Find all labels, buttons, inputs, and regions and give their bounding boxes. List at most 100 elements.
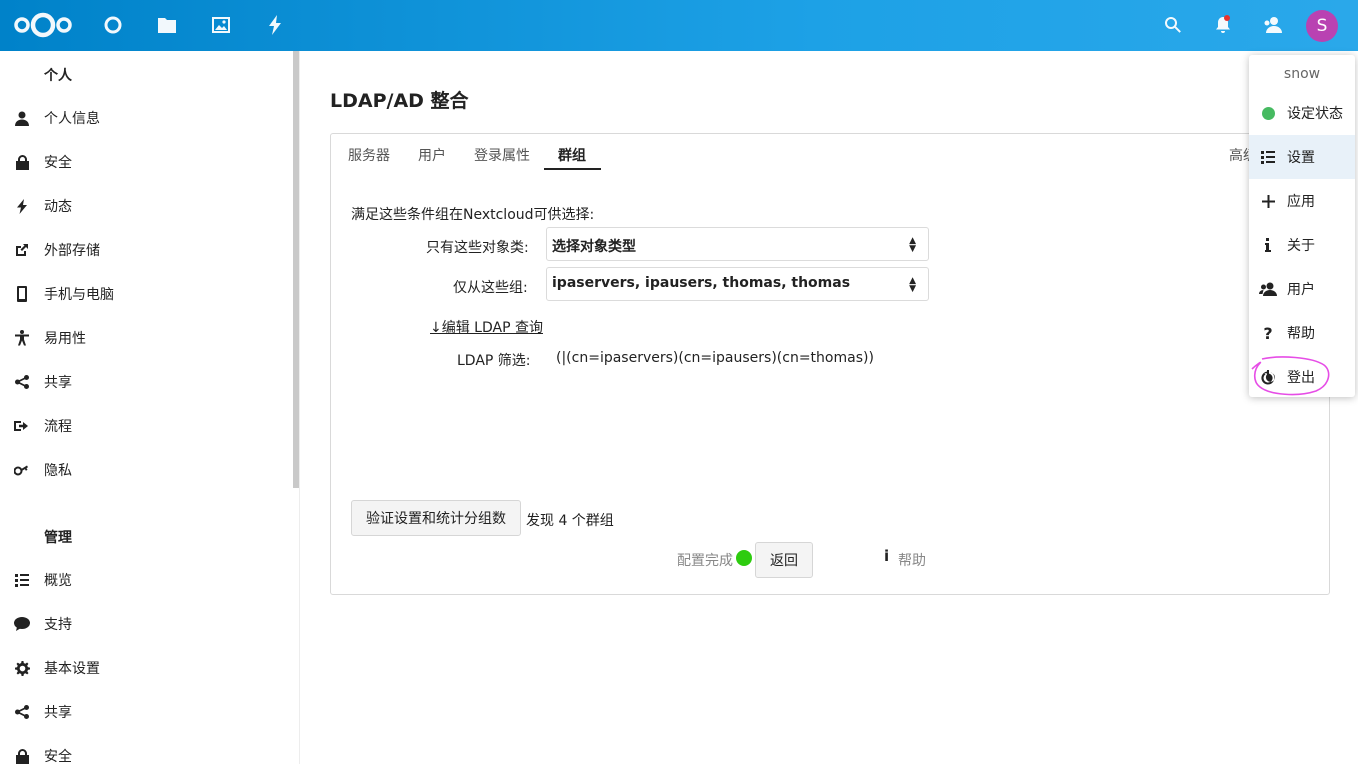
sidebar-item-overview[interactable]: 概览 <box>0 558 290 602</box>
contacts-icon[interactable] <box>1261 13 1285 37</box>
tab-login-attributes[interactable]: 登录属性 <box>474 145 530 165</box>
menu-item-label: 关于 <box>1287 238 1315 254</box>
help-link[interactable]: 帮助 <box>898 550 926 570</box>
sidebar-item-devices[interactable]: 手机与电脑 <box>0 272 290 316</box>
sidebar-item-label: 动态 <box>44 199 72 215</box>
notifications-icon[interactable] <box>1211 13 1235 37</box>
sidebar-item-label: 易用性 <box>44 331 86 347</box>
sidebar-item-sharing[interactable]: 共享 <box>0 360 290 404</box>
sidebar-item-basic-settings[interactable]: 基本设置 <box>0 646 290 690</box>
sidebar-item-external-storage[interactable]: 外部存储 <box>0 228 290 272</box>
sidebar-item-label: 支持 <box>44 617 72 633</box>
ldap-filter-value: (|(cn=ipaservers)(cn=ipausers)(cn=thomas… <box>556 350 874 366</box>
menu-item-set-status[interactable]: 设定状态 <box>1249 91 1355 135</box>
tab-groups[interactable]: 群组 <box>558 145 586 165</box>
config-status-text: 配置完成 <box>677 553 733 569</box>
nextcloud-logo-icon[interactable] <box>12 10 74 40</box>
groups-value: ipaservers, ipausers, thomas, thomas <box>552 275 851 291</box>
flow-icon <box>0 420 44 432</box>
users-icon <box>1249 282 1287 296</box>
share-icon <box>0 705 44 719</box>
menu-username: snow <box>1283 66 1321 82</box>
menu-item-help[interactable]: ? 帮助 <box>1249 311 1355 355</box>
info-icon: i <box>884 547 890 565</box>
tab-server[interactable]: 服务器 <box>348 145 390 165</box>
config-status-indicator <box>736 550 752 566</box>
lock-icon <box>0 748 44 764</box>
online-status-icon <box>1249 106 1287 120</box>
menu-item-label: 应用 <box>1287 194 1315 210</box>
groups-label: 仅从这些组: <box>453 280 528 296</box>
sidebar-item-admin-sharing[interactable]: 共享 <box>0 690 290 734</box>
sidebar-item-label: 隐私 <box>44 463 72 479</box>
photos-icon[interactable] <box>209 13 233 37</box>
tab-users[interactable]: 用户 <box>418 145 446 165</box>
key-icon <box>0 464 44 476</box>
user-menu: snow 设定状态 设置 应用 关于 用户 ? 帮助 登出 <box>1249 55 1355 397</box>
list-icon <box>0 573 44 587</box>
sidebar-item-security[interactable]: 安全 <box>0 140 290 184</box>
external-link-icon <box>0 243 44 257</box>
menu-item-settings[interactable]: 设置 <box>1249 135 1355 179</box>
menu-item-label: 设定状态 <box>1287 106 1343 122</box>
sidebar-item-label: 共享 <box>44 375 72 391</box>
menu-item-label: 用户 <box>1287 282 1315 298</box>
user-icon <box>0 111 44 126</box>
sidebar-item-label: 安全 <box>44 155 72 171</box>
menu-item-users[interactable]: 用户 <box>1249 267 1355 311</box>
ldap-settings-panel: 服务器 用户 登录属性 群组 高级 满足这些条件组在Nextcloud可供选择:… <box>330 133 1330 595</box>
active-tab-indicator <box>544 168 601 170</box>
user-avatar[interactable]: S <box>1306 10 1338 42</box>
logout-highlight-annotation <box>1251 356 1330 396</box>
menu-item-label: 帮助 <box>1287 326 1315 342</box>
info-icon <box>1249 238 1287 252</box>
lock-icon <box>0 154 44 170</box>
sidebar-item-label: 外部存储 <box>44 243 100 259</box>
notification-badge <box>1224 15 1230 21</box>
object-class-label: 只有这些对象类: <box>426 240 529 256</box>
sidebar-item-label: 流程 <box>44 419 72 435</box>
group-filter-intro: 满足这些条件组在Nextcloud可供选择: <box>351 207 595 223</box>
object-class-select[interactable]: 选择对象类型 ▲ ▼ <box>546 227 929 261</box>
search-icon[interactable] <box>1161 13 1185 37</box>
plus-icon <box>1249 194 1287 208</box>
sidebar-item-label: 手机与电脑 <box>44 287 114 303</box>
question-icon: ? <box>1263 323 1273 343</box>
page-title: LDAP/AD 整合 <box>330 90 469 112</box>
sidebar-item-label: 共享 <box>44 705 72 721</box>
chat-bubble-icon <box>0 617 44 631</box>
sidebar-item-label: 概览 <box>44 573 72 589</box>
files-icon[interactable] <box>155 13 179 37</box>
sidebar-item-label: 个人信息 <box>44 111 100 127</box>
sidebar-item-flow[interactable]: 流程 <box>0 404 290 448</box>
sidebar-item-label: 安全 <box>44 749 72 764</box>
sidebar-item-label: 基本设置 <box>44 661 100 677</box>
edit-ldap-query-link[interactable]: ↓编辑 LDAP 查询 <box>430 317 543 337</box>
groups-select[interactable]: ipaservers, ipausers, thomas, thomas ▲ ▼ <box>546 267 929 301</box>
sidebar-item-support[interactable]: 支持 <box>0 602 290 646</box>
share-icon <box>0 375 44 389</box>
back-button[interactable]: 返回 <box>755 542 813 578</box>
accessibility-icon <box>0 330 44 346</box>
sidebar-item-activity[interactable]: 动态 <box>0 184 290 228</box>
activity-icon[interactable] <box>263 13 287 37</box>
ldap-filter-label: LDAP 筛选: <box>457 353 531 369</box>
groups-found-text: 发现 4 个群组 <box>526 513 614 529</box>
select-arrows-icon: ▲ ▼ <box>909 236 916 254</box>
select-arrows-icon: ▲ ▼ <box>909 276 916 294</box>
object-class-value: 选择对象类型 <box>552 239 636 255</box>
menu-item-apps[interactable]: 应用 <box>1249 179 1355 223</box>
admin-heading: 管理 <box>44 530 72 546</box>
verify-settings-button[interactable]: 验证设置和统计分组数 <box>351 500 521 536</box>
sidebar-scrollbar[interactable] <box>293 51 299 488</box>
personal-heading: 个人 <box>44 68 72 84</box>
sidebar-item-privacy[interactable]: 隐私 <box>0 448 290 492</box>
settings-sidebar: 个人 个人信息 安全 动态 外部存储 手机与电脑 易用性 共享 流程 隐私 管理… <box>0 51 300 764</box>
dashboard-icon[interactable] <box>101 13 125 37</box>
menu-item-about[interactable]: 关于 <box>1249 223 1355 267</box>
sidebar-item-accessibility[interactable]: 易用性 <box>0 316 290 360</box>
phone-icon <box>0 286 44 302</box>
top-header: S <box>0 0 1358 51</box>
sidebar-item-personal-info[interactable]: 个人信息 <box>0 96 290 140</box>
sidebar-item-admin-security[interactable]: 安全 <box>0 734 290 764</box>
